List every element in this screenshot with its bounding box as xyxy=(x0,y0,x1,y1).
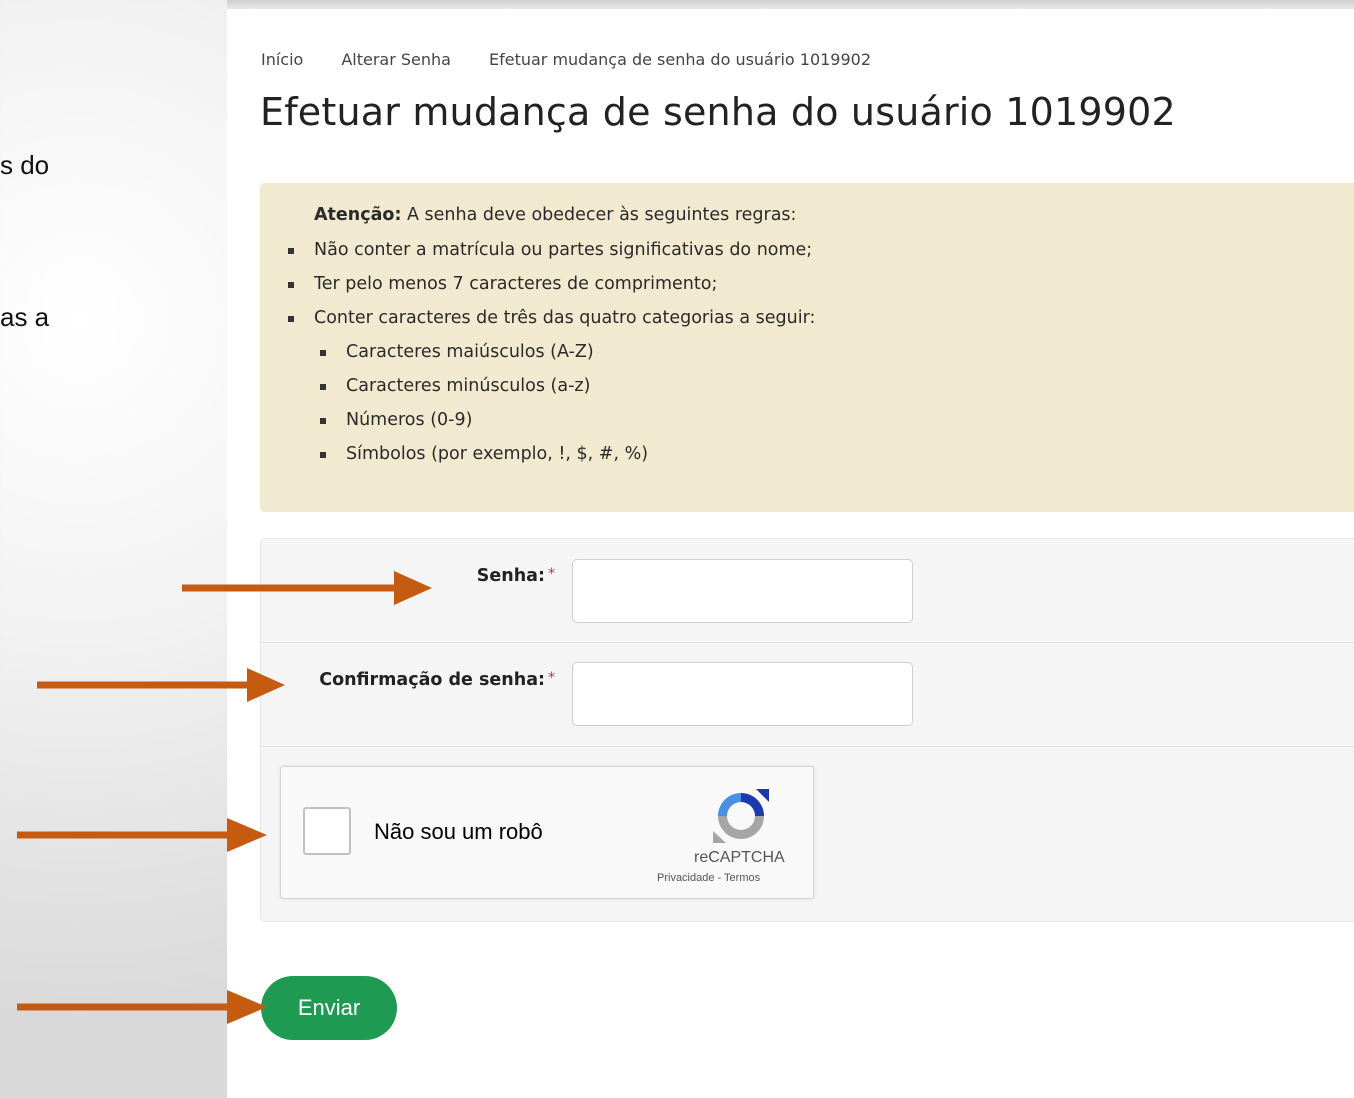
alert-lead-text: A senha deve obedecer às seguintes regra… xyxy=(401,205,797,225)
annotation-arrow-icon xyxy=(37,668,285,702)
required-marker: * xyxy=(548,566,555,582)
alert-lead-bold: Atenção: xyxy=(314,205,402,225)
rule-item: Não conter a matrícula ou partes signifi… xyxy=(288,233,1354,267)
category-item: Caracteres maiúsculos (A-Z) xyxy=(320,335,1354,369)
breadcrumb-home-link[interactable]: Início xyxy=(261,50,303,69)
background-text-fragment-2: as a xyxy=(0,302,50,332)
confirm-password-row: Confirmação de senha: * xyxy=(261,643,1354,747)
confirm-password-input[interactable] xyxy=(572,662,913,726)
password-label: Senha: * xyxy=(477,566,555,586)
category-item: Símbolos (por exemplo, !, $, #, %) xyxy=(320,437,1354,471)
submit-button[interactable]: Enviar xyxy=(261,976,397,1040)
password-label-text: Senha: xyxy=(476,566,545,586)
rules-list: Não conter a matrícula ou partes signifi… xyxy=(288,233,1354,471)
recaptcha-privacy-terms-links[interactable]: Privacidade - Termos xyxy=(657,872,760,884)
category-item: Caracteres minúsculos (a-z) xyxy=(320,369,1354,403)
category-item: Números (0-9) xyxy=(320,403,1354,437)
recaptcha-label: Não sou um robô xyxy=(374,819,543,844)
rule-item: Conter caracteres de três das quatro cat… xyxy=(288,301,1354,471)
confirm-password-label: Confirmação de senha: * xyxy=(319,670,555,690)
annotation-arrow-icon xyxy=(182,571,432,605)
alert-lead: Atenção: A senha deve obedecer às seguin… xyxy=(314,205,1354,225)
panel-top-shadow xyxy=(227,0,1354,9)
recaptcha-widget: Não sou um robô reCAPTCHA Privacidade - … xyxy=(280,766,814,899)
breadcrumb: Início Alterar Senha Efetuar mudança de … xyxy=(261,50,909,69)
recaptcha-logo-icon xyxy=(713,789,769,843)
required-marker: * xyxy=(548,670,555,686)
confirm-password-label-text: Confirmação de senha: xyxy=(319,670,545,690)
breadcrumb-change-password-link[interactable]: Alterar Senha xyxy=(341,50,451,69)
categories-list: Caracteres maiúsculos (A-Z) Caracteres m… xyxy=(320,335,1354,471)
rule-item-text: Conter caracteres de três das quatro cat… xyxy=(314,308,816,328)
recaptcha-brand: reCAPTCHA xyxy=(694,849,785,866)
password-rules-alert: Atenção: A senha deve obedecer às seguin… xyxy=(260,183,1354,512)
background-text-fragment-1: s do xyxy=(0,150,50,180)
page-title: Efetuar mudança de senha do usuário 1019… xyxy=(260,90,1176,134)
password-input[interactable] xyxy=(572,559,913,623)
recaptcha-checkbox[interactable] xyxy=(303,807,351,855)
annotation-arrow-icon xyxy=(17,990,267,1024)
breadcrumb-current: Efetuar mudança de senha do usuário 1019… xyxy=(488,50,872,69)
rule-item: Ter pelo menos 7 caracteres de comprimen… xyxy=(288,267,1354,301)
annotation-arrow-icon xyxy=(17,818,267,852)
